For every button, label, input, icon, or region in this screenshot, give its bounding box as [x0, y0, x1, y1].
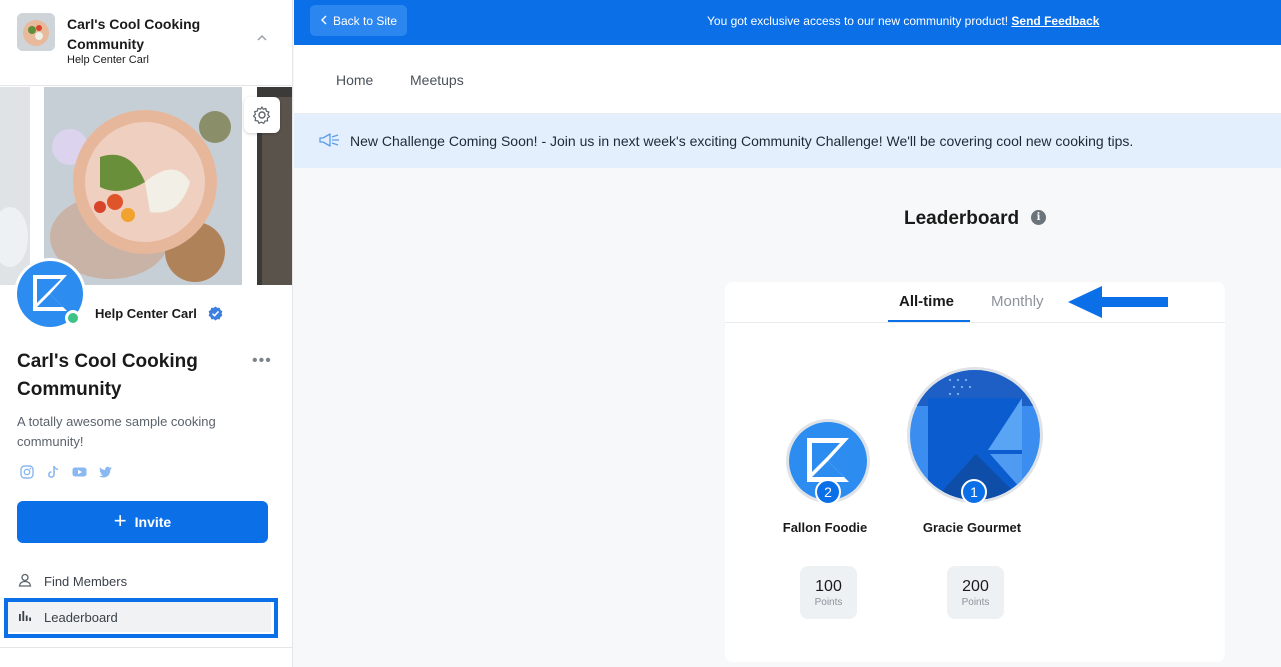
sidebar-item-label: Find Members	[44, 573, 128, 589]
rank-badge: 1	[961, 479, 987, 505]
chevron-up-icon[interactable]	[255, 32, 269, 46]
tab-home[interactable]: Home	[336, 72, 373, 88]
points-value: 100	[815, 578, 842, 595]
community-title: Carl's Cool Cooking Community	[67, 16, 201, 52]
cover-image	[0, 87, 292, 285]
topbar-message-text: You got exclusive access to our new comm…	[707, 14, 1009, 28]
main-tabs: Home Meetups	[294, 45, 1281, 114]
instagram-icon[interactable]	[19, 464, 35, 480]
community-switcher[interactable]: Carl's Cool Cooking Community Help Cente…	[0, 0, 292, 86]
points-label: Points	[961, 597, 990, 608]
online-status-dot	[65, 310, 81, 326]
back-to-site-button[interactable]: Back to Site	[310, 5, 407, 36]
sidebar-item-find-members[interactable]: Find Members	[8, 566, 271, 596]
megaphone-icon	[318, 132, 340, 150]
active-tab-indicator	[888, 320, 970, 322]
topbar-message: You got exclusive access to our new comm…	[707, 14, 1099, 28]
announcement-banner: New Challenge Coming Soon! - Join us in …	[294, 114, 1281, 168]
member-name[interactable]: Fallon Foodie	[755, 520, 895, 535]
more-options-icon[interactable]: •••	[252, 352, 272, 370]
points-box: 100 Points	[800, 566, 857, 619]
owner-name[interactable]: Help Center Carl	[95, 306, 197, 321]
invite-label: Invite	[134, 514, 172, 530]
verified-badge-icon	[208, 306, 223, 321]
member-name[interactable]: Gracie Gourmet	[902, 520, 1042, 535]
info-icon[interactable]: i	[1031, 210, 1046, 225]
community-thumbnail	[17, 13, 55, 51]
annotation-arrow	[1068, 286, 1168, 325]
announcement-text: New Challenge Coming Soon! - Join us in …	[350, 133, 1134, 149]
back-label: Back to Site	[332, 13, 398, 28]
tab-meetups[interactable]: Meetups	[410, 72, 464, 88]
page-title: Leaderboard	[904, 208, 1020, 229]
community-name: Carl's Cool Cooking Community	[17, 351, 198, 400]
plus-icon: +	[113, 508, 127, 533]
community-owner: Help Center Carl	[67, 54, 149, 66]
annotation-highlight-box	[4, 598, 278, 638]
person-icon	[18, 573, 32, 590]
points-label: Points	[814, 597, 843, 608]
announcement-topbar: Back to Site You got exclusive access to…	[294, 0, 1281, 45]
youtube-icon[interactable]	[71, 464, 87, 480]
points-box: 200 Points	[947, 566, 1004, 619]
divider	[0, 647, 292, 648]
invite-button[interactable]: + Invite	[17, 501, 268, 543]
tab-monthly[interactable]: Monthly	[991, 293, 1044, 310]
gear-icon[interactable]	[244, 97, 280, 133]
sidebar: Carl's Cool Cooking Community Help Cente…	[0, 0, 293, 667]
twitter-icon[interactable]	[97, 464, 113, 480]
points-value: 200	[962, 578, 989, 595]
send-feedback-link[interactable]: Send Feedback	[1011, 14, 1099, 28]
community-description: A totally awesome sample cooking communi…	[17, 414, 216, 449]
rank-badge: 2	[815, 479, 841, 505]
chevron-left-icon	[320, 14, 328, 28]
tiktok-icon[interactable]	[45, 464, 61, 480]
tab-all-time[interactable]: All-time	[899, 293, 954, 310]
social-links	[19, 464, 113, 480]
